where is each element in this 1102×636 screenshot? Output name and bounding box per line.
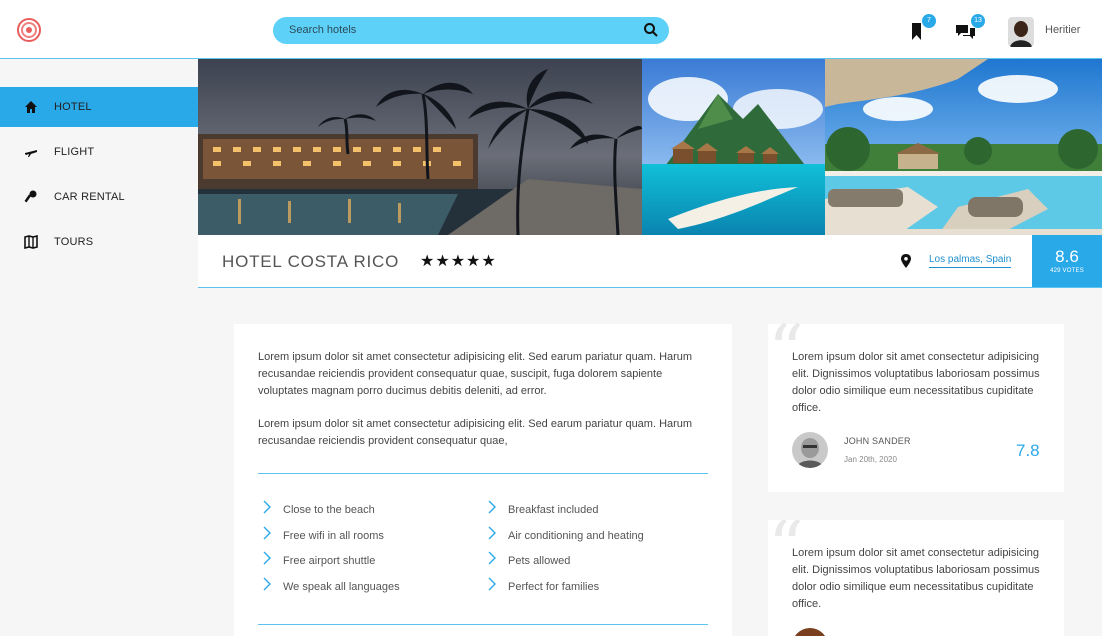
bookmarks-badge: 7: [922, 14, 936, 28]
feature-label: Air conditioning and heating: [508, 530, 644, 542]
hero-image-hotel: [198, 59, 642, 235]
chevron-right-icon: [487, 526, 497, 540]
description-paragraph: Lorem ipsum dolor sit amet consectetur a…: [258, 418, 693, 447]
feature-label: Pets allowed: [508, 555, 571, 567]
description-card: Lorem ipsum dolor sit amet consectetur a…: [234, 324, 732, 636]
reviewer-name: JOHN SANDER: [844, 436, 911, 446]
feature-label: Free wifi in all rooms: [283, 530, 384, 542]
sidebar-item-car-rental[interactable]: CAR RENTAL: [0, 177, 198, 217]
logo-icon[interactable]: [17, 18, 41, 42]
sidebar-item-label: FLIGHT: [54, 146, 95, 158]
score-value: 8.6: [1055, 247, 1079, 266]
sidebar-item-label: HOTEL: [54, 101, 92, 113]
feature-label: We speak all languages: [283, 581, 400, 593]
description-paragraph: Lorem ipsum dolor sit amet consectetur a…: [258, 351, 693, 397]
plane-icon: [24, 145, 38, 159]
chevron-right-icon: [487, 500, 497, 514]
sidebar-item-label: CAR RENTAL: [54, 191, 125, 203]
chevron-right-icon: [262, 526, 272, 540]
sidebar-item-flight[interactable]: FLIGHT: [0, 132, 198, 172]
chevron-right-icon: [262, 551, 272, 565]
score-badge: 8.6 429 VOTES: [1032, 235, 1102, 287]
review-card: “ Lorem ipsum dolor sit amet consectetur…: [768, 316, 1064, 492]
review-date: Jan 20th, 2020: [844, 455, 897, 464]
user-name[interactable]: Heritier: [1045, 24, 1080, 36]
top-bar: Search hotels 7 13 Heritier: [0, 0, 1102, 59]
key-icon: [24, 190, 38, 204]
chevron-right-icon: [487, 551, 497, 565]
search-input[interactable]: Search hotels: [289, 24, 356, 36]
review-text: Lorem ipsum dolor sit amet consectetur a…: [792, 547, 1040, 610]
hotel-title-bar: HOTEL COSTA RICO ★★★★★ Los palmas, Spain…: [198, 235, 1102, 288]
feature-label: Perfect for families: [508, 581, 600, 593]
chevron-right-icon: [487, 577, 497, 591]
sidebar-item-tours[interactable]: TOURS: [0, 222, 198, 262]
location-link[interactable]: Los palmas, Spain: [929, 254, 1012, 268]
map-icon: [24, 234, 38, 250]
reviewer-avatar: [792, 432, 828, 468]
votes-count: 429 VOTES: [1050, 268, 1084, 274]
feature-label: Breakfast included: [508, 504, 599, 516]
chevron-right-icon: [262, 500, 272, 514]
hotel-name: HOTEL COSTA RICO: [222, 252, 400, 271]
sidebar: HOTEL FLIGHT CAR RENTAL TOURS: [0, 59, 198, 636]
search-bar[interactable]: Search hotels: [273, 17, 669, 44]
chevron-right-icon: [262, 577, 272, 591]
review-score: 7.8: [1016, 441, 1040, 460]
bookmarks-button[interactable]: 7: [906, 14, 936, 44]
search-icon[interactable]: [643, 22, 659, 38]
divider: [258, 624, 708, 625]
messages-button[interactable]: 13: [955, 14, 985, 44]
divider: [258, 473, 708, 474]
feature-label: Free airport shuttle: [283, 555, 376, 567]
messages-badge: 13: [971, 14, 985, 28]
reviewer-avatar: [792, 628, 828, 636]
star-rating: ★★★★★: [420, 253, 497, 270]
hero-image-island: [642, 59, 825, 235]
location-pin-icon: [900, 254, 912, 268]
sidebar-item-label: TOURS: [54, 236, 94, 248]
avatar[interactable]: [1008, 17, 1034, 47]
home-icon: [24, 100, 38, 114]
feature-label: Close to the beach: [283, 504, 375, 516]
hero-gallery: [198, 59, 1102, 235]
sidebar-item-hotel[interactable]: HOTEL: [0, 87, 198, 127]
review-card: “ Lorem ipsum dolor sit amet consectetur…: [768, 520, 1064, 636]
review-text: Lorem ipsum dolor sit amet consectetur a…: [792, 351, 1040, 414]
hero-image-pool: [825, 59, 1102, 235]
